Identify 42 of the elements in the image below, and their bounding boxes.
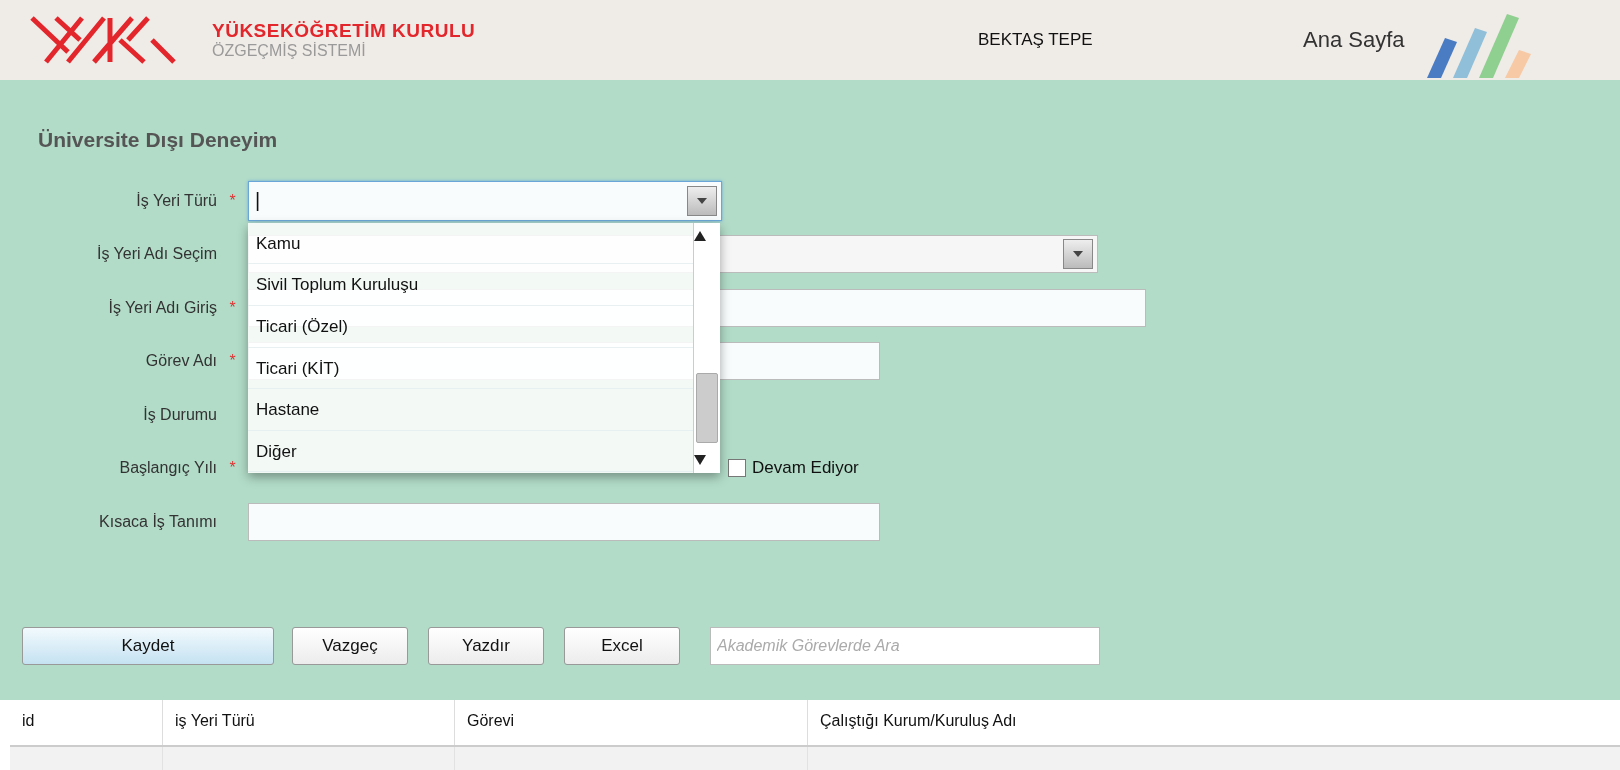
required-mark: *: [229, 191, 236, 209]
field-label: Görev Adı: [144, 352, 217, 371]
field-label: Başlangıç Yılı: [118, 459, 217, 478]
field-label: Kısaca İş Tanımı: [98, 512, 217, 531]
dropdown-option[interactable]: Ticari (Özel): [248, 305, 693, 348]
system-name: ÖZGEÇMİŞ SİSTEMİ: [212, 42, 367, 60]
dropdown-button[interactable]: [1063, 239, 1093, 270]
dropdown-option[interactable]: Hastane: [248, 389, 693, 431]
dropdown-option[interactable]: Diğer: [248, 430, 693, 473]
search-field[interactable]: Akademik Görevlerde Ara: [710, 626, 1100, 665]
checkbox[interactable]: [728, 459, 746, 478]
organization-name: YÜKSEKÖĞRETİM KURULU: [212, 20, 476, 42]
input-field[interactable]: [248, 502, 880, 541]
field-label: İş Yeri Adı Seçim: [95, 245, 217, 264]
column-header[interactable]: Çalıştığı Kurum/Kuruluş Adı: [808, 700, 1620, 745]
dropdown-button[interactable]: [687, 185, 717, 216]
field-label: İş Yeri Adı Giriş: [107, 298, 217, 317]
caret-icon: [1073, 251, 1083, 258]
field-label: İş Durumu: [142, 405, 217, 424]
action-button[interactable]: Vazgeç: [292, 626, 408, 665]
dropdown-option[interactable]: Ticari (KİT): [248, 347, 693, 390]
column-header[interactable]: id: [10, 700, 163, 745]
dropdown-option[interactable]: Kamu: [248, 222, 693, 265]
column-header[interactable]: iş Yeri Türü: [163, 700, 455, 745]
home-link[interactable]: Ana Sayfa: [1303, 27, 1405, 53]
scroll-thumb[interactable]: [696, 372, 718, 443]
action-button[interactable]: Yazdır: [428, 626, 544, 665]
dropdown-option[interactable]: Sivil Toplum Kuruluşu: [248, 264, 693, 306]
field-label: İş Yeri Türü: [135, 191, 217, 210]
required-mark: *: [229, 298, 236, 316]
scrollbar[interactable]: [693, 222, 720, 473]
action-button[interactable]: Excel: [564, 626, 680, 665]
text-cursor: |: [254, 189, 261, 213]
action-button[interactable]: Kaydet: [22, 626, 274, 665]
type-combo-box[interactable]: |: [248, 180, 722, 221]
user-name: BEKTAŞ TEPE: [978, 30, 1094, 50]
caret-icon: [697, 197, 707, 204]
required-mark: *: [229, 459, 236, 477]
page-title: Üniversite Dışı Deneyim: [38, 128, 279, 152]
column-header[interactable]: Görevi: [455, 700, 808, 745]
checkbox-label: Devam Ediyor: [752, 458, 859, 479]
required-mark: *: [229, 352, 236, 370]
